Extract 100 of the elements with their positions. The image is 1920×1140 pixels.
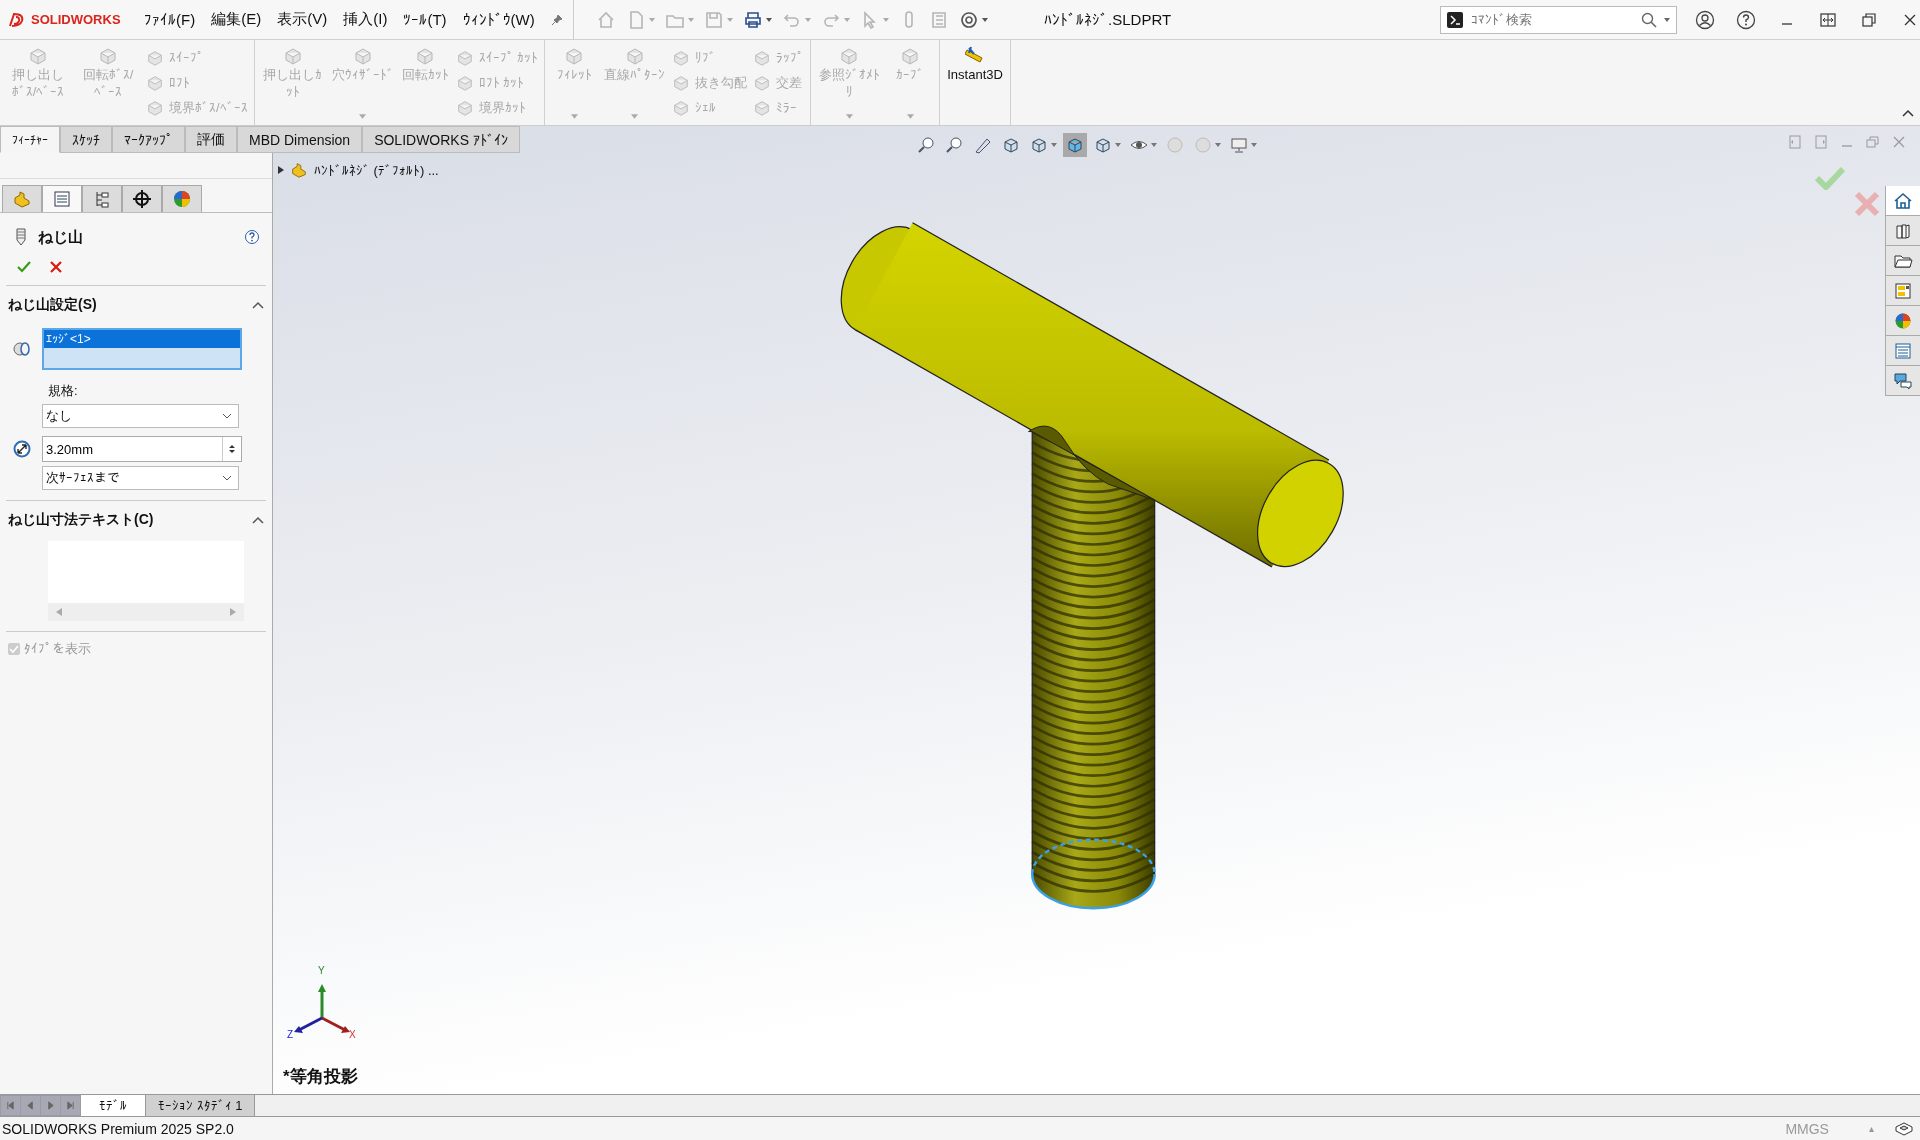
task-pane-tab[interactable] bbox=[1886, 186, 1920, 216]
pin-icon[interactable] bbox=[550, 13, 563, 26]
menu-item[interactable]: ｳｨﾝﾄﾞｳ(W) bbox=[462, 11, 535, 28]
color-sphere-icon bbox=[172, 189, 192, 209]
tab[interactable]: ｽｹｯﾁ bbox=[60, 126, 112, 153]
block-icon bbox=[146, 48, 164, 67]
panel-title: ねじ山 bbox=[38, 227, 84, 247]
collapse-icon[interactable] bbox=[1902, 109, 1914, 117]
part-block-icon bbox=[12, 189, 32, 209]
menu-item[interactable]: 表示(V) bbox=[277, 10, 328, 29]
caret-icon bbox=[726, 17, 733, 22]
tab[interactable]: ﾓﾃﾞﾙ bbox=[81, 1095, 146, 1116]
left-pane-icon[interactable] bbox=[1788, 135, 1802, 149]
tab[interactable]: ﾏｰｸｱｯﾌﾟ bbox=[112, 126, 185, 153]
save-icon bbox=[703, 9, 724, 30]
block-icon bbox=[352, 46, 373, 66]
view-tool-button[interactable] bbox=[1063, 133, 1087, 157]
caret-icon bbox=[359, 114, 367, 119]
check-icon bbox=[8, 643, 20, 655]
caret-icon bbox=[981, 17, 988, 22]
task-pane-tab[interactable] bbox=[1886, 336, 1920, 366]
menu-item[interactable]: 編集(E) bbox=[211, 10, 262, 29]
dropdown[interactable]: 次ｻｰﾌｪｽまで bbox=[42, 466, 239, 490]
cancel-x-icon[interactable] bbox=[48, 259, 64, 275]
scroll-right-icon bbox=[46, 1101, 55, 1110]
sphere-icon bbox=[1165, 135, 1185, 155]
scroll-right-icon[interactable] bbox=[230, 608, 236, 616]
toolbar-button[interactable] bbox=[742, 9, 772, 30]
chat-icon bbox=[1893, 370, 1913, 391]
block-icon bbox=[98, 46, 118, 66]
expand-arrow-icon[interactable] bbox=[278, 166, 284, 174]
zoom-area-icon bbox=[945, 135, 965, 155]
tab[interactable]: ﾌｨｰﾁｬｰ bbox=[0, 126, 60, 153]
axis-label: Y bbox=[318, 966, 325, 976]
tab[interactable]: ﾓｰｼｮﾝ ｽﾀﾃﾞｨ 1 bbox=[146, 1095, 256, 1116]
scroll-left-icon[interactable] bbox=[56, 608, 62, 616]
task-pane-tab[interactable] bbox=[1886, 366, 1920, 396]
ribbon-button[interactable]: Instant3D bbox=[944, 44, 1006, 121]
caret-icon bbox=[1215, 143, 1221, 147]
collapse-caret-icon[interactable] bbox=[252, 301, 264, 309]
help-icon[interactable] bbox=[244, 229, 260, 245]
list-icon bbox=[1893, 340, 1913, 361]
scroll-left-icon bbox=[26, 1101, 35, 1110]
part-block-icon bbox=[290, 161, 308, 179]
help-icon[interactable] bbox=[1736, 9, 1756, 30]
feature-tree-root[interactable]: ﾊﾝﾄﾞﾙﾈｼﾞ (ﾃﾞﾌｫﾙﾄ) ... bbox=[314, 162, 439, 178]
block-icon bbox=[624, 46, 645, 66]
diameter-icon bbox=[12, 439, 32, 459]
tab-scroll-button[interactable] bbox=[1, 1096, 20, 1115]
view-name: *等角投影 bbox=[283, 1066, 358, 1088]
block-icon bbox=[753, 48, 772, 67]
tab-scroll-button[interactable] bbox=[41, 1096, 60, 1115]
diameter-field[interactable]: 3.20mm bbox=[42, 436, 242, 462]
dropdown[interactable]: なし bbox=[42, 404, 239, 428]
tab[interactable]: 評価 bbox=[185, 126, 237, 153]
tab[interactable]: SOLIDWORKS ｱﾄﾞｲﾝ bbox=[362, 126, 520, 153]
scroll-right-icon bbox=[66, 1101, 75, 1110]
task-pane-tab[interactable] bbox=[1886, 246, 1920, 276]
search-icon bbox=[1641, 11, 1657, 28]
layout-icon bbox=[1893, 280, 1913, 301]
status-text: SOLIDWORKS Premium 2025 SP2.0 bbox=[2, 1120, 234, 1137]
menu-item[interactable]: ﾌｧｲﾙ(F) bbox=[144, 11, 196, 28]
caret-icon bbox=[570, 114, 578, 119]
user-icon[interactable] bbox=[1695, 9, 1715, 30]
tab[interactable]: MBD Dimension bbox=[237, 126, 363, 153]
confirm-check-icon[interactable] bbox=[1815, 166, 1845, 190]
section-title: ねじ山設定(S) bbox=[8, 296, 97, 314]
toolbar-button[interactable] bbox=[958, 9, 988, 30]
task-pane-tab[interactable] bbox=[1886, 306, 1920, 336]
right-pane-icon[interactable] bbox=[1814, 135, 1828, 149]
scroll-bar[interactable] bbox=[48, 603, 244, 621]
selection-list[interactable]: ｴｯｼﾞ<1> bbox=[42, 328, 242, 370]
home-icon bbox=[1893, 190, 1913, 211]
t-handle-screw-drawing[interactable] bbox=[840, 222, 1344, 910]
monitor-icon bbox=[1229, 135, 1249, 155]
ok-check-icon[interactable] bbox=[16, 259, 32, 275]
tab-scroll-button[interactable] bbox=[61, 1096, 80, 1115]
list-item[interactable]: ｴｯｼﾞ<1> bbox=[44, 330, 240, 348]
field-label: 規格: bbox=[48, 382, 79, 400]
task-pane-tab[interactable] bbox=[1886, 216, 1920, 246]
caret-icon bbox=[765, 17, 772, 22]
tab-scroll-button[interactable] bbox=[21, 1096, 40, 1115]
scroll-left-icon bbox=[6, 1101, 15, 1110]
units-menu-arrow[interactable]: ▴ bbox=[1868, 1123, 1874, 1134]
collapse-caret-icon[interactable] bbox=[252, 516, 264, 524]
sphere-icon bbox=[1193, 135, 1213, 155]
menu-item[interactable]: 挿入(I) bbox=[343, 10, 388, 29]
task-pane-tab[interactable] bbox=[1886, 276, 1920, 306]
caret-icon bbox=[1115, 143, 1121, 147]
caret-icon bbox=[845, 114, 853, 119]
logo-text: SOLIDWORKS bbox=[31, 12, 121, 27]
tag-icon[interactable] bbox=[1894, 1120, 1914, 1137]
units-label[interactable]: MMGS bbox=[1785, 1120, 1829, 1137]
search-field[interactable]: ｺﾏﾝﾄﾞ検索 bbox=[1439, 5, 1677, 34]
block-icon bbox=[455, 48, 474, 67]
settings-icon bbox=[958, 9, 979, 30]
caret-icon bbox=[1664, 17, 1670, 22]
panel-tab[interactable] bbox=[122, 185, 162, 212]
menu-item[interactable]: ﾂｰﾙ(T) bbox=[403, 11, 447, 28]
caret-icon bbox=[631, 114, 639, 119]
